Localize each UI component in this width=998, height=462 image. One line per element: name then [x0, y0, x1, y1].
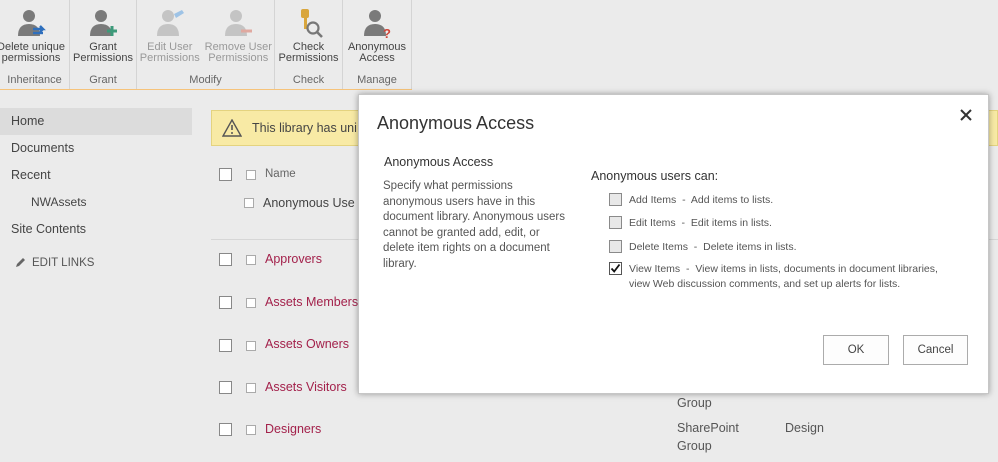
- anonymous-row-checkbox[interactable]: [244, 198, 254, 208]
- permission-desc: Delete items in lists.: [703, 241, 797, 253]
- ribbon: Delete unique permissions Inheritance Gr…: [0, 0, 998, 90]
- nav-item-site-contents[interactable]: Site Contents: [0, 216, 192, 243]
- ribbon-group-inheritance: Delete unique permissions Inheritance: [0, 0, 70, 89]
- check-permissions-button[interactable]: Check Permissions: [275, 0, 342, 70]
- ribbon-group-check: Check Permissions Check: [275, 0, 343, 89]
- row-checkbox-assets-members[interactable]: [219, 296, 232, 309]
- permission-edit-items[interactable]: Edit Items - Edit items in lists.: [609, 216, 959, 231]
- row-checkbox-approvers[interactable]: [219, 253, 232, 266]
- nav-item-recent[interactable]: Recent: [0, 162, 192, 189]
- permission-separator: -: [676, 194, 691, 206]
- row-item-checkbox-assets-members[interactable]: [246, 298, 256, 308]
- ribbon-group-manage: ? Anonymous Access Manage: [343, 0, 412, 89]
- row-checkbox-assets-owners[interactable]: [219, 339, 232, 352]
- anonymous-users-row: Anonymous Use: [263, 196, 355, 210]
- ok-button[interactable]: OK: [823, 335, 889, 365]
- row-item-checkbox-designers[interactable]: [246, 425, 256, 435]
- group-type-text: Group: [677, 396, 712, 410]
- edit-user-permissions-button[interactable]: Edit User Permissions: [137, 0, 203, 70]
- section-title: Anonymous Access: [384, 155, 494, 169]
- group-link-designers[interactable]: Designers: [265, 422, 321, 436]
- ribbon-accent-line: [0, 89, 412, 90]
- group-link-approvers[interactable]: Approvers: [265, 252, 322, 266]
- select-all-checkbox[interactable]: [219, 168, 232, 181]
- left-navigation: Home Documents Recent NWAssets Site Cont…: [0, 108, 192, 269]
- delete-unique-label-2: permissions: [1, 52, 61, 64]
- group-label-check: Check: [292, 74, 325, 86]
- group-label-grant: Grant: [89, 74, 117, 86]
- column-header-name[interactable]: Name: [265, 168, 296, 180]
- cancel-button[interactable]: Cancel: [903, 335, 968, 365]
- remove-user-label-2: Permissions: [208, 52, 269, 64]
- group-type-text: Group: [677, 439, 712, 453]
- row-checkbox-assets-visitors[interactable]: [219, 381, 232, 394]
- ribbon-groups: Delete unique permissions Inheritance Gr…: [0, 0, 412, 90]
- ribbon-group-modify: Edit User Permissions Remove User Permis…: [137, 0, 275, 89]
- anonymous-access-dialog: Anonymous Access Anonymous Access Specif…: [358, 94, 989, 394]
- nav-item-documents[interactable]: Documents: [0, 135, 192, 162]
- user-remove-icon: [225, 10, 253, 36]
- nav-item-home[interactable]: Home: [0, 108, 192, 135]
- delete-items-checkbox[interactable]: [609, 240, 622, 253]
- remove-user-permissions-button[interactable]: Remove User Permissions: [203, 0, 274, 70]
- edit-links-link[interactable]: EDIT LINKS: [0, 257, 192, 269]
- row-item-checkbox-approvers[interactable]: [246, 255, 256, 265]
- permission-separator: -: [675, 217, 691, 229]
- warning-icon: [222, 119, 242, 137]
- permission-add-items[interactable]: Add Items - Add items to lists.: [609, 193, 959, 208]
- row-checkbox-designers[interactable]: [219, 423, 232, 436]
- section-description: Specify what permissions anonymous users…: [383, 180, 565, 270]
- edit-items-checkbox[interactable]: [609, 216, 622, 229]
- permission-separator: -: [687, 241, 704, 253]
- permission-delete-items[interactable]: Delete Items - Delete items in lists.: [609, 240, 959, 255]
- ribbon-group-grant: Grant Permissions Grant: [70, 0, 137, 89]
- nav-item-nwassets[interactable]: NWAssets: [0, 189, 192, 216]
- permission-separator: -: [680, 263, 696, 275]
- row-item-checkbox-assets-visitors[interactable]: [246, 383, 256, 393]
- group-label-inheritance: Inheritance: [7, 74, 62, 86]
- delete-unique-permissions-button[interactable]: Delete unique permissions: [0, 0, 66, 70]
- permission-view-items[interactable]: View Items - View items in lists, docume…: [609, 262, 959, 292]
- user-edit-icon: [156, 10, 184, 36]
- grant-label-2: Permissions: [73, 52, 133, 64]
- row-item-checkbox-assets-owners[interactable]: [246, 341, 256, 351]
- pencil-icon: [16, 258, 25, 267]
- permission-name: Edit Items: [629, 217, 676, 229]
- permission-name: View Items: [629, 263, 681, 275]
- add-items-checkbox[interactable]: [609, 193, 622, 206]
- permission-desc: Add items to lists.: [690, 194, 774, 206]
- permission-level-text: Design: [785, 421, 824, 435]
- view-items-checkbox[interactable]: [609, 262, 622, 275]
- group-link-assets-visitors[interactable]: Assets Visitors: [265, 380, 347, 394]
- group-link-assets-members[interactable]: Assets Members: [265, 295, 358, 309]
- grant-permissions-button[interactable]: Grant Permissions: [70, 0, 136, 70]
- dialog-title: Anonymous Access: [377, 113, 535, 133]
- header-item-checkbox[interactable]: [246, 170, 256, 180]
- svg-text:?: ?: [383, 26, 391, 38]
- checkmark-icon: [610, 263, 621, 273]
- group-type-text: SharePoint: [677, 421, 739, 435]
- close-icon[interactable]: [958, 107, 974, 123]
- group-label-manage: Manage: [357, 74, 397, 86]
- permission-name: Add Items: [629, 194, 677, 206]
- user-add-icon: [90, 10, 117, 36]
- permission-name: Delete Items: [629, 241, 688, 253]
- group-link-assets-owners[interactable]: Assets Owners: [265, 337, 349, 351]
- permissions-label: Anonymous users can:: [591, 169, 719, 183]
- user-arrow-icon: [18, 10, 46, 36]
- user-question-icon: ?: [364, 10, 391, 38]
- key-magnifier-icon: [300, 9, 323, 38]
- check-label-2: Permissions: [278, 52, 339, 64]
- permission-desc: Edit items in lists.: [690, 217, 772, 229]
- anonymous-access-button[interactable]: ? Anonymous Access: [343, 0, 411, 70]
- edit-user-label-2: Permissions: [139, 52, 200, 64]
- anonymous-label-2: Access: [359, 52, 395, 64]
- group-label-modify: Modify: [189, 74, 222, 86]
- edit-links-label: EDIT LINKS: [32, 257, 95, 269]
- banner-text: This library has uni: [252, 121, 357, 135]
